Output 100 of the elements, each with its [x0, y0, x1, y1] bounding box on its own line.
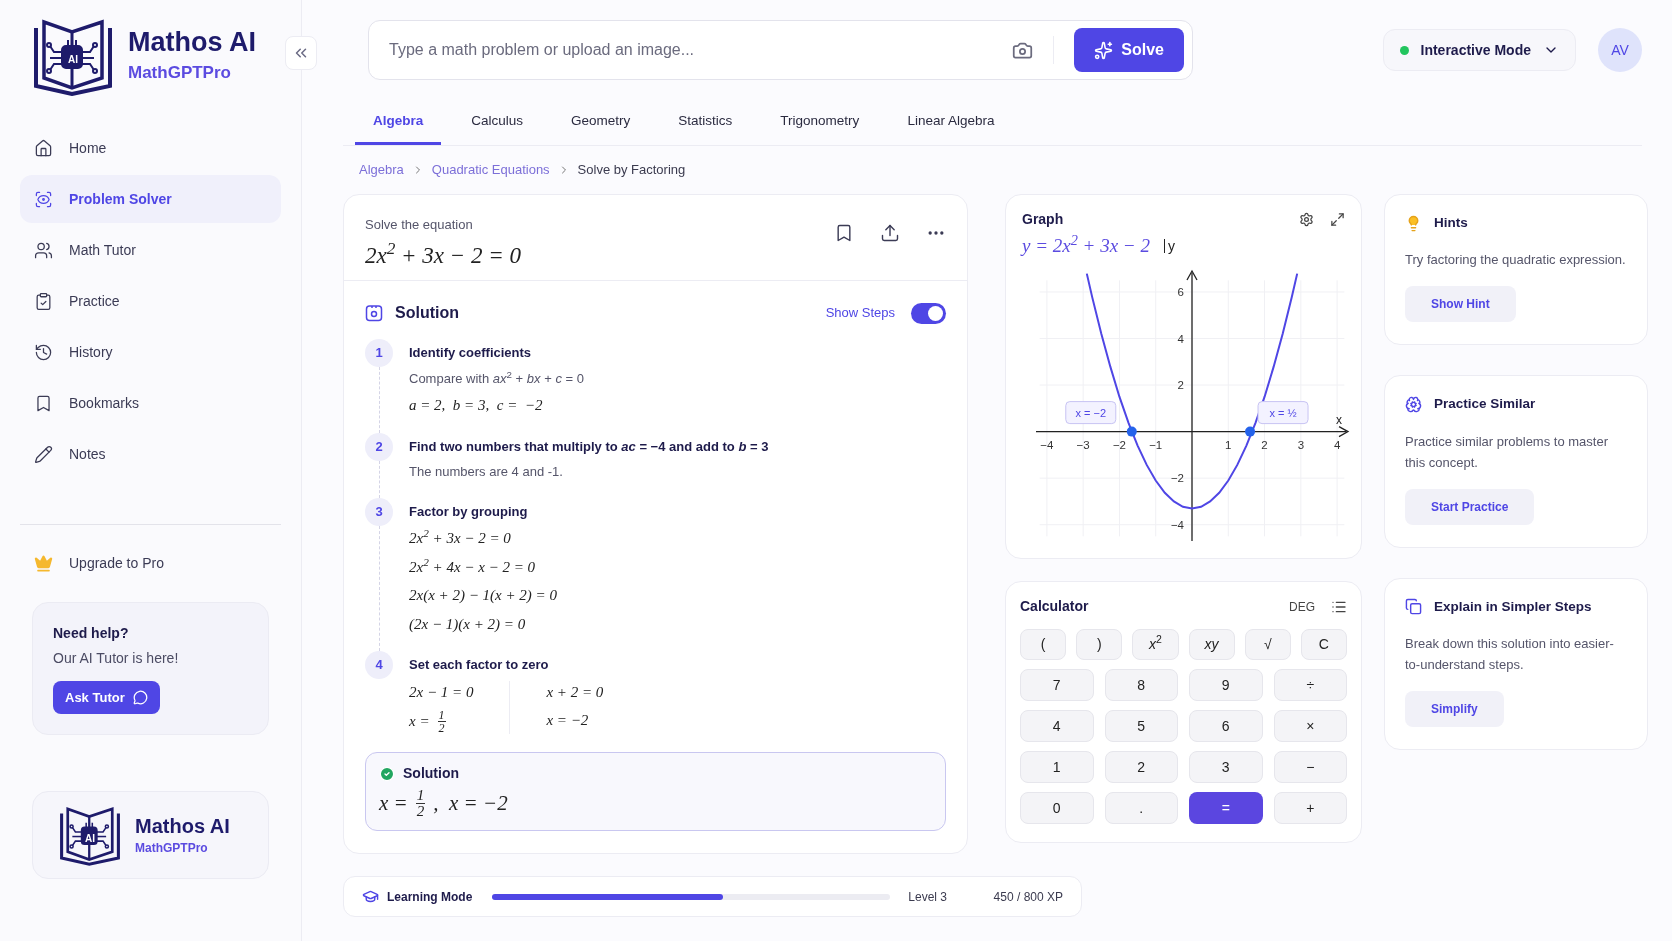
share-icon[interactable] [880, 223, 900, 243]
nav-icon [34, 189, 53, 209]
tick-label: 4 [1333, 438, 1341, 451]
step-number: 2 [365, 432, 393, 461]
problem-equation: 2x$^{2}$ + 3x − 2 = 0 [365, 238, 522, 270]
nav-icon [34, 342, 53, 362]
card-button[interactable]: Simplify [1405, 690, 1504, 727]
calculator-key[interactable]: 1 [1020, 751, 1094, 783]
calculator-key[interactable]: 3 [1189, 751, 1263, 783]
calculator-key[interactable]: 6 [1189, 710, 1263, 742]
step-number: 3 [365, 497, 393, 526]
settings-icon[interactable] [1299, 212, 1314, 227]
nav-icon [34, 444, 53, 464]
tick-label: 4 [1177, 332, 1184, 344]
math-line: x + 2 = 0 [546, 682, 604, 702]
tick-label: −2 [1112, 438, 1126, 451]
tick-label: 6 [1177, 285, 1184, 298]
graph-equation: y = 2x$^{2}$ + 3x − 2 [1022, 232, 1150, 258]
solution-icon [365, 304, 383, 322]
calculator-key[interactable]: − [1273, 751, 1347, 783]
subject-tab[interactable]: Trigonometry [762, 100, 878, 145]
card-text: Try factoring the quadratic expression. [1405, 251, 1626, 270]
calculator-key[interactable]: 7 [1020, 669, 1094, 701]
calculator-key[interactable]: ÷ [1273, 669, 1347, 701]
subject-tab[interactable]: Geometry [553, 100, 649, 145]
root-point [1245, 426, 1256, 437]
calculator-key[interactable]: xy [1188, 629, 1235, 660]
help-title: Need help? [53, 624, 129, 643]
annotation: x = ½ [1269, 406, 1297, 419]
subject-tab[interactable]: Linear Algebra [889, 100, 1013, 145]
tick-label: −3 [1076, 438, 1090, 451]
nav-item[interactable]: Practice [20, 277, 281, 325]
annotation: x = −2 [1075, 406, 1107, 419]
nav-icon [34, 138, 53, 158]
collapse-button[interactable] [285, 36, 317, 70]
bookmark-icon[interactable] [834, 223, 854, 243]
show-steps-toggle[interactable] [911, 302, 946, 324]
calculator-key[interactable]: 9 [1189, 669, 1263, 701]
card-icon [1405, 598, 1422, 616]
brand-subtitle: MathGPTPro [128, 62, 232, 85]
crown-icon [34, 554, 53, 573]
card-text: Break down this solution into easier-to-understand steps. [1405, 634, 1615, 674]
card-icon [1405, 395, 1422, 413]
nav-item[interactable]: Math Tutor [20, 226, 281, 274]
calculator-title: Calculator [1020, 597, 1089, 616]
calculator-key[interactable]: ) [1076, 629, 1123, 660]
calculator-key[interactable]: 5 [1104, 710, 1178, 742]
nav-item[interactable]: Problem Solver [20, 175, 281, 223]
calculator-key[interactable]: + [1273, 792, 1347, 824]
card-button[interactable]: Start Practice [1405, 488, 1535, 525]
card-text: Practice similar problems to master this concept. [1405, 432, 1609, 472]
step-title: Find two numbers that multiply to ac = −4 and add to b = 3 [409, 437, 769, 456]
calculator-key[interactable]: × [1273, 710, 1347, 742]
avatar[interactable]: AV [1598, 28, 1642, 72]
calculator-key[interactable]: √ [1244, 629, 1291, 660]
nav-item[interactable]: History [20, 328, 281, 376]
calculator-key[interactable]: 8 [1104, 669, 1178, 701]
nav-item[interactable]: Bookmarks [20, 379, 281, 427]
nav-item[interactable]: Notes [20, 430, 281, 478]
math-line: 2x − 1 = 0 [409, 682, 474, 702]
calculator-key[interactable]: . [1104, 792, 1178, 824]
brand-name: Mathos AI [135, 813, 230, 839]
step-note: Compare with ax$^{2}$ + bx + c = 0 [409, 368, 584, 388]
sparkles-icon [1094, 40, 1114, 60]
solve-button[interactable]: Solve [1074, 28, 1184, 72]
upgrade-link[interactable]: Upgrade to Pro [20, 553, 281, 574]
subject-tab[interactable]: Calculus [453, 100, 542, 145]
search-field[interactable]: Type a math problem or upload an image... Solve [368, 20, 1193, 80]
breadcrumb-item[interactable]: Quadratic Equations [431, 160, 550, 180]
step-note: The numbers are 4 and -1. [409, 463, 563, 481]
subject-tab[interactable]: Statistics [660, 100, 751, 145]
calculator-key[interactable]: x$^{2}$ [1132, 629, 1179, 660]
calculator-key[interactable]: 0 [1020, 792, 1094, 824]
nav-item[interactable]: Home [20, 124, 281, 172]
math-line: 2x$^{2}$ + 3x − 2 = 0 [409, 527, 512, 548]
ask-tutor-button[interactable]: Ask Tutor [53, 681, 160, 714]
step-number: 1 [365, 339, 393, 367]
mode-dropdown[interactable]: Interactive Mode [1382, 29, 1576, 71]
angle-mode[interactable]: DEG [1289, 597, 1315, 616]
calculator-key[interactable]: ( [1020, 629, 1067, 660]
calculator-key[interactable]: C [1300, 629, 1347, 660]
card-title: Practice Similar [1434, 395, 1536, 414]
axis-label: y [1163, 239, 1175, 254]
calculator-key[interactable]: 4 [1020, 710, 1094, 742]
expand-icon[interactable] [1330, 212, 1345, 227]
tick-label: 3 [1297, 438, 1305, 451]
graduation-cap-icon [362, 888, 379, 905]
brand-subtitle: MathGPTPro [135, 839, 209, 857]
calculator-key[interactable]: = [1189, 792, 1263, 824]
check-icon [379, 765, 395, 782]
calculator-key[interactable]: 2 [1104, 751, 1178, 783]
math-line: 2x(x + 2) − 1(x + 2) = 0 [409, 586, 557, 605]
math-line: 2x$^{2}$ + 4x − x − 2 = 0 [409, 555, 537, 577]
nav-icon [34, 291, 53, 311]
root-label: x = −2 [1065, 400, 1117, 424]
subject-tab[interactable]: Algebra [355, 100, 442, 145]
breadcrumb-item[interactable]: Algebra [359, 160, 404, 180]
card-button[interactable]: Show Hint [1405, 286, 1516, 323]
result-title: Solution [403, 764, 459, 783]
step-title: Identify coefficients [409, 344, 533, 362]
